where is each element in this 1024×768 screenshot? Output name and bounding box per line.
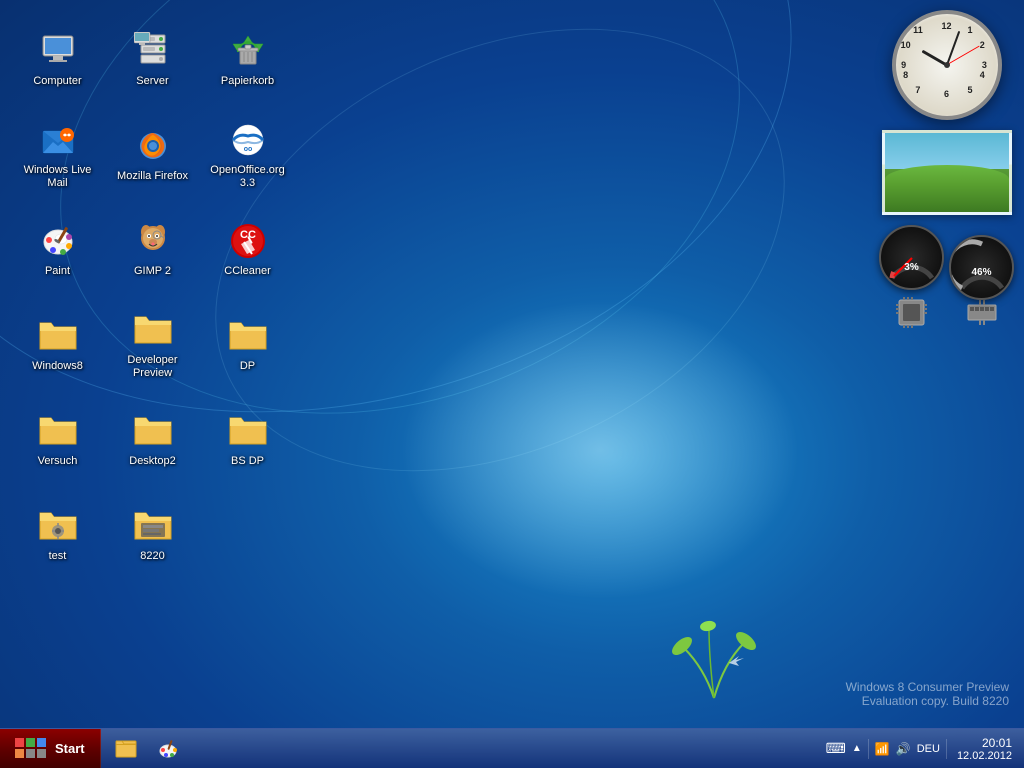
taskbar: Start bbox=[0, 728, 1024, 768]
icon-test[interactable]: test bbox=[15, 490, 100, 580]
clock-center-dot bbox=[944, 62, 950, 68]
paint-taskbar-icon bbox=[156, 737, 180, 761]
widgets-area: 12 3 6 9 1 11 2 4 5 7 8 10 bbox=[879, 10, 1014, 335]
icon-mozilla-firefox-label: Mozilla Firefox bbox=[117, 170, 188, 183]
icon-desktop2[interactable]: Desktop2 bbox=[110, 395, 195, 485]
cpu-icon bbox=[889, 290, 934, 335]
system-tray: ⌨ ▲ 📶 🔊 DEU 20:01 12.02.2012 bbox=[818, 729, 1024, 768]
memory-icon bbox=[967, 300, 997, 325]
icon-papierkorb[interactable]: Papierkorb bbox=[205, 15, 290, 105]
svg-text:oo: oo bbox=[243, 146, 252, 153]
start-button[interactable]: Start bbox=[0, 729, 101, 768]
icon-ccleaner[interactable]: CC CCleaner bbox=[205, 205, 290, 295]
icon-desktop2-label: Desktop2 bbox=[129, 455, 175, 468]
plant-decoration bbox=[654, 588, 774, 708]
icon-versuch-label: Versuch bbox=[38, 455, 78, 468]
icon-windows-live-mail[interactable]: Windows Live Mail bbox=[15, 110, 100, 200]
taskbar-item-explorer[interactable] bbox=[106, 731, 146, 767]
icon-windows8-label: Windows8 bbox=[32, 360, 83, 373]
icon-computer-label: Computer bbox=[33, 75, 81, 88]
desktop: Computer Server bbox=[0, 0, 1024, 768]
tray-volume-icon[interactable]: 🔊 bbox=[896, 742, 911, 756]
watermark: Windows 8 Consumer Preview Evaluation co… bbox=[846, 680, 1009, 708]
photo-widget[interactable] bbox=[882, 130, 1012, 215]
tray-show-hidden-icon[interactable]: ▲ bbox=[852, 743, 862, 754]
taskbar-item-paint[interactable] bbox=[148, 731, 188, 767]
gauges-widget[interactable]: 3% bbox=[879, 225, 1014, 335]
memory-value: 46% bbox=[971, 267, 991, 278]
icon-developer-preview[interactable]: Developer Preview bbox=[110, 300, 195, 390]
bg-glow bbox=[400, 300, 800, 600]
icon-bs-dp[interactable]: BS DP bbox=[205, 395, 290, 485]
icon-test-label: test bbox=[49, 550, 67, 563]
icon-server[interactable]: Server bbox=[110, 15, 195, 105]
icon-openoffice-label: OpenOffice.org 3.3 bbox=[210, 164, 285, 190]
start-tiles bbox=[15, 738, 47, 759]
taskbar-items bbox=[101, 729, 193, 768]
icon-computer[interactable]: Computer bbox=[15, 15, 100, 105]
tray-clock[interactable]: 20:01 12.02.2012 bbox=[953, 736, 1016, 762]
icon-dp-label: DP bbox=[240, 360, 255, 373]
explorer-icon bbox=[114, 737, 138, 761]
tray-time: 20:01 bbox=[982, 736, 1012, 750]
tray-language[interactable]: DEU bbox=[917, 743, 940, 755]
icon-developer-preview-label: Developer Preview bbox=[115, 354, 190, 380]
tray-date: 12.02.2012 bbox=[957, 750, 1012, 762]
icon-papierkorb-label: Papierkorb bbox=[221, 75, 274, 88]
icon-paint[interactable]: Paint bbox=[15, 205, 100, 295]
icon-8220[interactable]: 8220 bbox=[110, 490, 195, 580]
icon-8220-label: 8220 bbox=[140, 550, 164, 563]
watermark-line1: Windows 8 Consumer Preview bbox=[846, 680, 1009, 694]
icon-paint-label: Paint bbox=[45, 265, 70, 278]
tray-network-icon[interactable]: 📶 bbox=[875, 742, 890, 756]
cpu-value: 3% bbox=[904, 262, 918, 273]
cpu-gauge: 3% bbox=[879, 225, 944, 290]
icon-ccleaner-label: CCleaner bbox=[224, 265, 270, 278]
icon-mozilla-firefox[interactable]: Mozilla Firefox bbox=[110, 110, 195, 200]
icon-bs-dp-label: BS DP bbox=[231, 455, 264, 468]
start-label: Start bbox=[55, 741, 85, 756]
icon-dp[interactable]: DP bbox=[205, 300, 290, 390]
icon-openoffice[interactable]: oo OpenOffice.org 3.3 bbox=[205, 110, 290, 200]
icon-versuch[interactable]: Versuch bbox=[15, 395, 100, 485]
tray-keyboard-icon[interactable]: ⌨ bbox=[826, 740, 846, 757]
tray-divider-1 bbox=[868, 739, 869, 759]
icons-area: Computer Server bbox=[10, 10, 300, 585]
svg-text:CC: CC bbox=[240, 229, 256, 241]
icon-windows8[interactable]: Windows8 bbox=[15, 300, 100, 390]
memory-gauge: 46% bbox=[949, 235, 1014, 300]
icon-windows-live-mail-label: Windows Live Mail bbox=[20, 164, 95, 190]
icon-gimp-label: GIMP 2 bbox=[134, 265, 171, 278]
icon-gimp[interactable]: GIMP 2 bbox=[110, 205, 195, 295]
clock-widget[interactable]: 12 3 6 9 1 11 2 4 5 7 8 10 bbox=[892, 10, 1002, 120]
icon-server-label: Server bbox=[136, 75, 168, 88]
tray-divider-2 bbox=[946, 739, 947, 759]
watermark-line2: Evaluation copy. Build 8220 bbox=[846, 694, 1009, 708]
